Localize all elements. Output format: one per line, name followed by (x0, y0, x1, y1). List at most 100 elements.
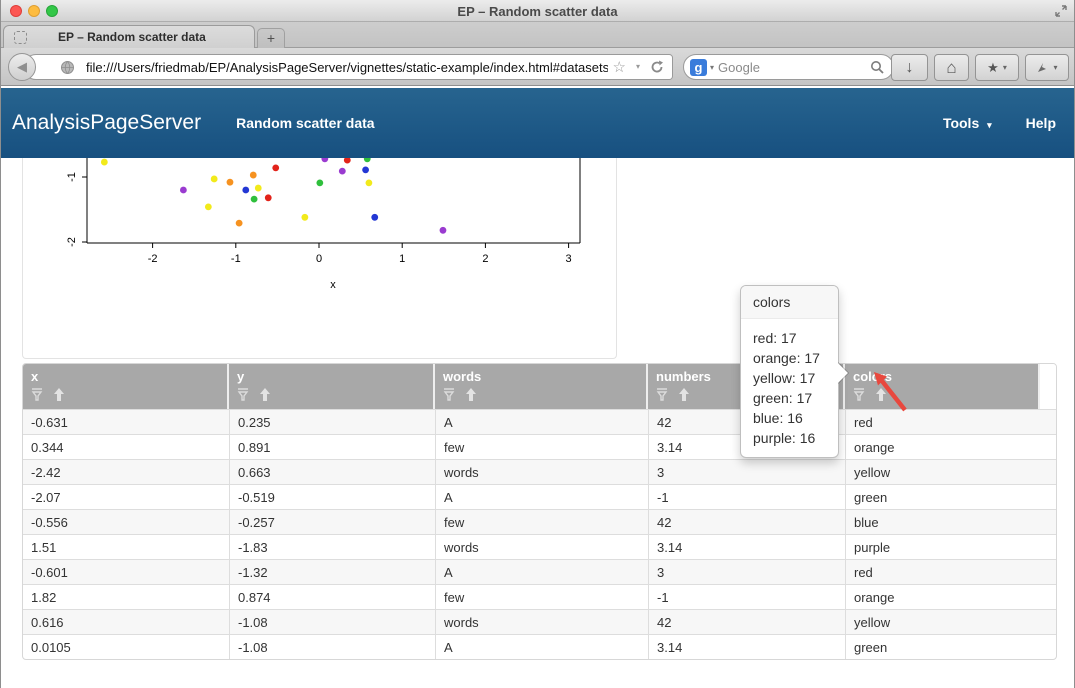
table-cell: 3.14 (648, 534, 845, 559)
table-cell: 3 (648, 459, 845, 484)
new-tab-button[interactable]: + (257, 28, 285, 48)
fullscreen-expand-icon[interactable] (1054, 4, 1068, 18)
table-cell: -0.556 (23, 509, 229, 534)
table-cell: A (435, 484, 648, 509)
tools-menu[interactable]: Tools ▾ (943, 115, 992, 131)
row-filler-cell (1040, 459, 1056, 484)
search-placeholder: Google (718, 60, 870, 75)
back-button[interactable]: ◀ (8, 53, 36, 81)
table-cell: -1 (648, 584, 845, 609)
popover-item: green: 17 (753, 388, 826, 408)
table-cell: few (435, 584, 648, 609)
bookmarks-caret-icon: ▾ (1003, 63, 1007, 72)
scatter-point (366, 179, 373, 186)
filter-icon[interactable] (853, 388, 865, 401)
svg-text:2: 2 (482, 253, 488, 265)
row-filler-cell (1040, 559, 1056, 584)
table-cell: -1.08 (229, 634, 435, 659)
scatter-point (362, 166, 369, 173)
table-cell: red (845, 559, 1040, 584)
scatter-plot: -2-10123 -1-2 x (23, 158, 616, 357)
popover-item: yellow: 17 (753, 368, 826, 388)
table-row: -0.556-0.257few42blue (23, 509, 1056, 534)
table-cell: blue (845, 509, 1040, 534)
svg-text:1: 1 (399, 253, 405, 265)
column-header-x[interactable]: x (23, 364, 229, 409)
table-cell: -0.601 (23, 559, 229, 584)
navigation-toolbar: ◀ file:///Users/friedmab/EP/AnalysisPage… (1, 48, 1074, 86)
row-filler-cell (1040, 584, 1056, 609)
table-row: 0.616-1.08words42yellow (23, 609, 1056, 634)
scatter-point (344, 158, 351, 164)
tab-bar: EP – Random scatter data + (1, 22, 1074, 48)
reload-icon[interactable] (650, 60, 664, 74)
table-cell: words (435, 459, 648, 484)
table-cell: green (845, 484, 1040, 509)
addon-icon (1036, 62, 1048, 74)
addon-menu-button[interactable]: ▾ (1025, 54, 1069, 81)
app-navbar: AnalysisPageServer Random scatter data T… (1, 88, 1074, 158)
scatter-point (301, 214, 308, 221)
scatter-point (440, 227, 447, 234)
row-filler-cell (1040, 534, 1056, 559)
table-row: -0.601-1.32A3red (23, 559, 1056, 584)
table-cell: green (845, 634, 1040, 659)
sort-icon[interactable] (678, 388, 690, 401)
url-dropdown-icon[interactable]: ▾ (636, 63, 640, 71)
scatter-point (364, 158, 371, 162)
table-row: 1.51-1.83words3.14purple (23, 534, 1056, 559)
scatter-point (205, 204, 212, 211)
filter-icon[interactable] (237, 388, 249, 401)
sort-icon[interactable] (53, 388, 65, 401)
bookmark-star-icon[interactable]: ☆ (613, 60, 626, 75)
sort-icon[interactable] (259, 388, 271, 401)
table-cell: yellow (845, 609, 1040, 634)
table-cell: -1.32 (229, 559, 435, 584)
addon-caret-icon: ▾ (1053, 63, 1057, 72)
table-cell: A (435, 634, 648, 659)
scatter-plot-panel: -2-10123 -1-2 x (22, 158, 617, 359)
svg-text:-2: -2 (148, 253, 158, 265)
filter-icon[interactable] (31, 388, 43, 401)
row-filler-cell (1040, 409, 1056, 434)
scatter-point (211, 176, 218, 183)
google-engine-icon[interactable]: g (690, 59, 707, 76)
table-cell: 0.344 (23, 434, 229, 459)
nav-page-title[interactable]: Random scatter data (236, 115, 374, 131)
scatter-point (316, 179, 323, 186)
tools-caret-icon: ▾ (987, 120, 992, 130)
magnifier-icon[interactable] (870, 60, 885, 75)
scatter-point (251, 196, 258, 203)
column-header-y[interactable]: y (229, 364, 435, 409)
row-filler-cell (1040, 434, 1056, 459)
svg-text:3: 3 (566, 253, 572, 265)
table-row: 0.0105-1.08A3.14green (23, 634, 1056, 659)
table-cell: 42 (648, 509, 845, 534)
brand-link[interactable]: AnalysisPageServer (12, 111, 201, 135)
svg-text:-2: -2 (66, 237, 78, 247)
table-cell: A (435, 559, 648, 584)
search-bar[interactable]: g ▾ Google (683, 54, 894, 80)
column-header-words[interactable]: words (435, 364, 648, 409)
table-cell: 0.663 (229, 459, 435, 484)
popover-title: colors (741, 286, 838, 319)
table-cell: orange (845, 584, 1040, 609)
tab-ep-random-scatter-data[interactable]: EP – Random scatter data (3, 25, 255, 48)
filter-icon[interactable] (443, 388, 455, 401)
table-cell: 0.891 (229, 434, 435, 459)
popover-item: orange: 17 (753, 348, 826, 368)
download-button[interactable]: ↓ (891, 54, 928, 81)
table-cell: words (435, 609, 648, 634)
help-menu[interactable]: Help (1026, 115, 1056, 131)
filter-icon[interactable] (656, 388, 668, 401)
url-bar[interactable]: file:///Users/friedmab/EP/AnalysisPageSe… (23, 54, 673, 80)
home-button[interactable]: ⌂ (934, 54, 969, 81)
search-engine-dropdown-icon[interactable]: ▾ (710, 63, 714, 72)
popover-content: red: 17orange: 17yellow: 17green: 17blue… (741, 319, 838, 457)
scatter-point (101, 159, 108, 166)
mac-titlebar: EP – Random scatter data (1, 0, 1074, 22)
table-cell: 3 (648, 559, 845, 584)
sort-icon[interactable] (465, 388, 477, 401)
bookmarks-menu-button[interactable]: ★ ▾ (975, 54, 1019, 81)
colors-summary-popover: colors red: 17orange: 17yellow: 17green:… (740, 285, 839, 458)
